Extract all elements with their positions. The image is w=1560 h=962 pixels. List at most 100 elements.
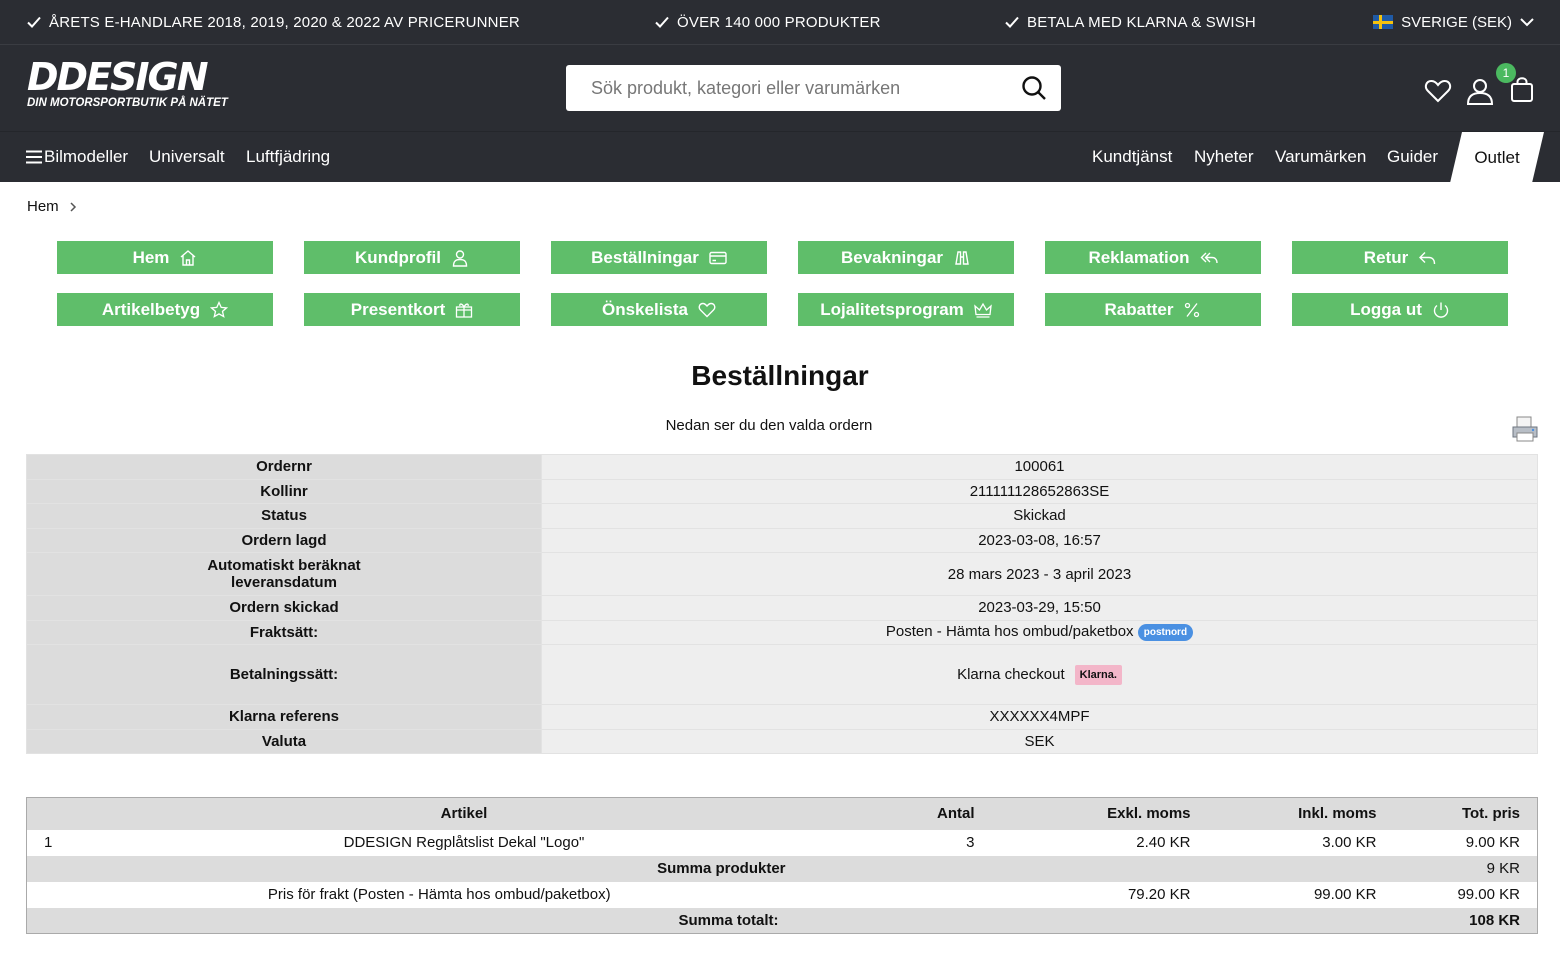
button-label: Bevakningar <box>840 247 944 267</box>
account-bevakningar-button[interactable]: Bevakningar <box>798 241 1014 274</box>
column-header: Tot. pris <box>1393 797 1538 830</box>
nav-kundtjanst[interactable]: Kundtjänst <box>1092 147 1172 167</box>
column-header: Antal <box>851 797 992 830</box>
sum-products-value: 9 KR <box>1393 855 1538 882</box>
table-row: Fraktsätt: Posten - Hämta hos ombud/pake… <box>26 619 1538 645</box>
order-key: Ordern skickad <box>26 595 542 621</box>
search-input[interactable] <box>591 77 1021 99</box>
button-label: Reklamation <box>1088 247 1190 267</box>
page-title: Beställningar <box>691 360 869 391</box>
account-bestallningar-button[interactable]: Beställningar <box>551 241 767 274</box>
main-nav: Bilmodeller Universalt Luftfjädring Kund… <box>0 131 1560 182</box>
table-row: Ordernr 100061 <box>26 454 1538 480</box>
order-value: Posten - Hämta hos ombud/paketbox <box>885 623 1134 641</box>
site-logo[interactable]: DDESIGN DIN MOTORSPORTBUTIK PÅ NÄTET <box>27 58 228 109</box>
account-logga-ut-button[interactable]: Logga ut <box>1292 293 1508 326</box>
search-icon[interactable] <box>1021 75 1047 101</box>
account-user-icon[interactable] <box>1466 77 1494 105</box>
binoculars-icon <box>955 250 969 265</box>
account-kundprofil-button[interactable]: Kundprofil <box>304 241 520 274</box>
table-row: 1 DDESIGN Regplåtslist Dekal "Logo" 3 2.… <box>27 830 1538 856</box>
logo-tagline: DIN MOTORSPORTBUTIK PÅ NÄTET <box>27 97 228 109</box>
sweden-flag-icon <box>1373 15 1394 29</box>
button-label: Hem <box>132 247 170 267</box>
item-index: 1 <box>44 834 53 851</box>
sum-total-row: Summa totalt: 108 KR <box>26 907 1538 934</box>
power-icon <box>1433 302 1449 318</box>
order-key: Klarna referens <box>26 704 542 730</box>
account-reklamation-button[interactable]: Reklamation <box>1045 241 1261 274</box>
usp-text: ÅRETS E-HANDLARE 2018, 2019, 2020 & 2022… <box>49 13 520 31</box>
wishlist-heart-icon[interactable] <box>1424 77 1452 105</box>
order-value: 211111128652863SE <box>541 478 1538 504</box>
order-items-table: Artikel Antal Exkl. moms Inkl. moms Tot.… <box>26 797 1538 934</box>
button-label: Önskelista <box>602 299 688 319</box>
sum-total-value: 108 KR <box>1393 907 1538 934</box>
nav-nyheter[interactable]: Nyheter <box>1194 147 1254 167</box>
table-row: Automatiskt beräknat leveransdatum 28 mar… <box>26 552 1538 596</box>
order-value: 100061 <box>541 454 1538 480</box>
account-retur-button[interactable]: Retur <box>1292 241 1508 274</box>
search-box <box>566 65 1061 111</box>
postnord-logo: postnord <box>1137 624 1194 642</box>
item-name[interactable]: DDESIGN Regplåtslist Dekal "Logo" <box>77 830 852 856</box>
column-header: Inkl. moms <box>1207 797 1394 830</box>
check-icon <box>655 16 669 28</box>
cart-count-badge: 1 <box>1496 63 1516 83</box>
nav-universalt[interactable]: Universalt <box>149 147 225 167</box>
header-icons: 1 <box>1424 63 1536 107</box>
account-lojalitetsprogram-button[interactable]: Lojalitetsprogram <box>798 293 1014 326</box>
order-info-table: Ordernr 100061 Kollinr 211111128652863SE S… <box>26 454 1538 754</box>
reply-all-icon <box>1200 252 1218 263</box>
sum-products-label: Summa produkter <box>26 855 992 882</box>
order-value-cell: Posten - Hämta hos ombud/paketbox postno… <box>541 619 1538 645</box>
account-menu: Hem Kundprofil Beställningar Bevakningar… <box>57 241 1508 326</box>
percent-icon <box>1185 302 1200 317</box>
nav-outlet[interactable]: Outlet <box>1450 132 1544 183</box>
order-key: Ordern lagd <box>26 527 542 553</box>
user-icon <box>452 249 468 267</box>
home-icon <box>180 249 196 266</box>
shipping-price-incl: 99.00 KR <box>1313 886 1377 903</box>
order-value: XXXXXX4MPF <box>541 704 1538 730</box>
shipping-label: Pris för frakt (Posten - Hämta hos ombud… <box>267 886 611 903</box>
order-value: Skickad <box>541 503 1538 529</box>
crown-icon <box>973 302 992 318</box>
page-subtitle: Nedan ser du den valda ordern <box>665 417 873 434</box>
button-label: Retur <box>1363 247 1409 267</box>
account-presentkort-button[interactable]: Presentkort <box>304 293 520 326</box>
cart-button[interactable]: 1 <box>1496 63 1536 107</box>
sum-total-label: Summa totalt: <box>26 907 992 934</box>
account-artikelbetyg-button[interactable]: Artikelbetyg <box>57 293 273 326</box>
order-key: Betalningssätt: <box>26 644 542 705</box>
item-price-incl: 3.00 KR <box>1322 834 1377 851</box>
account-hem-button[interactable]: Hem <box>57 241 273 274</box>
country-selector[interactable]: SVERIGE (SEK) <box>1373 0 1534 44</box>
nav-label: Bilmodeller <box>44 147 129 166</box>
check-icon <box>27 16 41 28</box>
hamburger-menu-icon <box>26 150 42 164</box>
table-row: Ordern lagd 2023-03-08, 16:57 <box>26 527 1538 553</box>
item-quantity: 3 <box>966 834 975 851</box>
account-rabatter-button[interactable]: Rabatter <box>1045 293 1261 326</box>
usp-item: ÖVER 140 000 PRODUKTER <box>655 0 881 44</box>
order-key: Fraktsätt: <box>26 619 542 645</box>
table-row: Kollinr 211111128652863SE <box>26 478 1538 504</box>
nav-guider[interactable]: Guider <box>1387 147 1438 167</box>
nav-bilmodeller[interactable]: Bilmodeller <box>26 147 128 167</box>
gift-icon <box>456 302 473 318</box>
nav-varumarken[interactable]: Varumärken <box>1275 147 1366 167</box>
item-total: 9.00 KR <box>1465 834 1520 851</box>
star-icon <box>210 300 229 318</box>
print-button[interactable] <box>1511 415 1539 447</box>
breadcrumb-home[interactable]: Hem <box>27 198 59 215</box>
table-row: Status Skickad <box>26 503 1538 529</box>
nav-luftfjadring[interactable]: Luftfjädring <box>246 147 330 167</box>
item-price-excl: 2.40 KR <box>1136 834 1191 851</box>
table-row: Ordern skickad 2023-03-29, 15:50 <box>26 595 1538 621</box>
order-key: Kollinr <box>26 478 542 504</box>
check-icon <box>1005 16 1019 28</box>
button-label: Lojalitetsprogram <box>820 299 964 319</box>
table-row: Valuta SEK <box>26 728 1538 754</box>
account-onskelista-button[interactable]: Önskelista <box>551 293 767 326</box>
